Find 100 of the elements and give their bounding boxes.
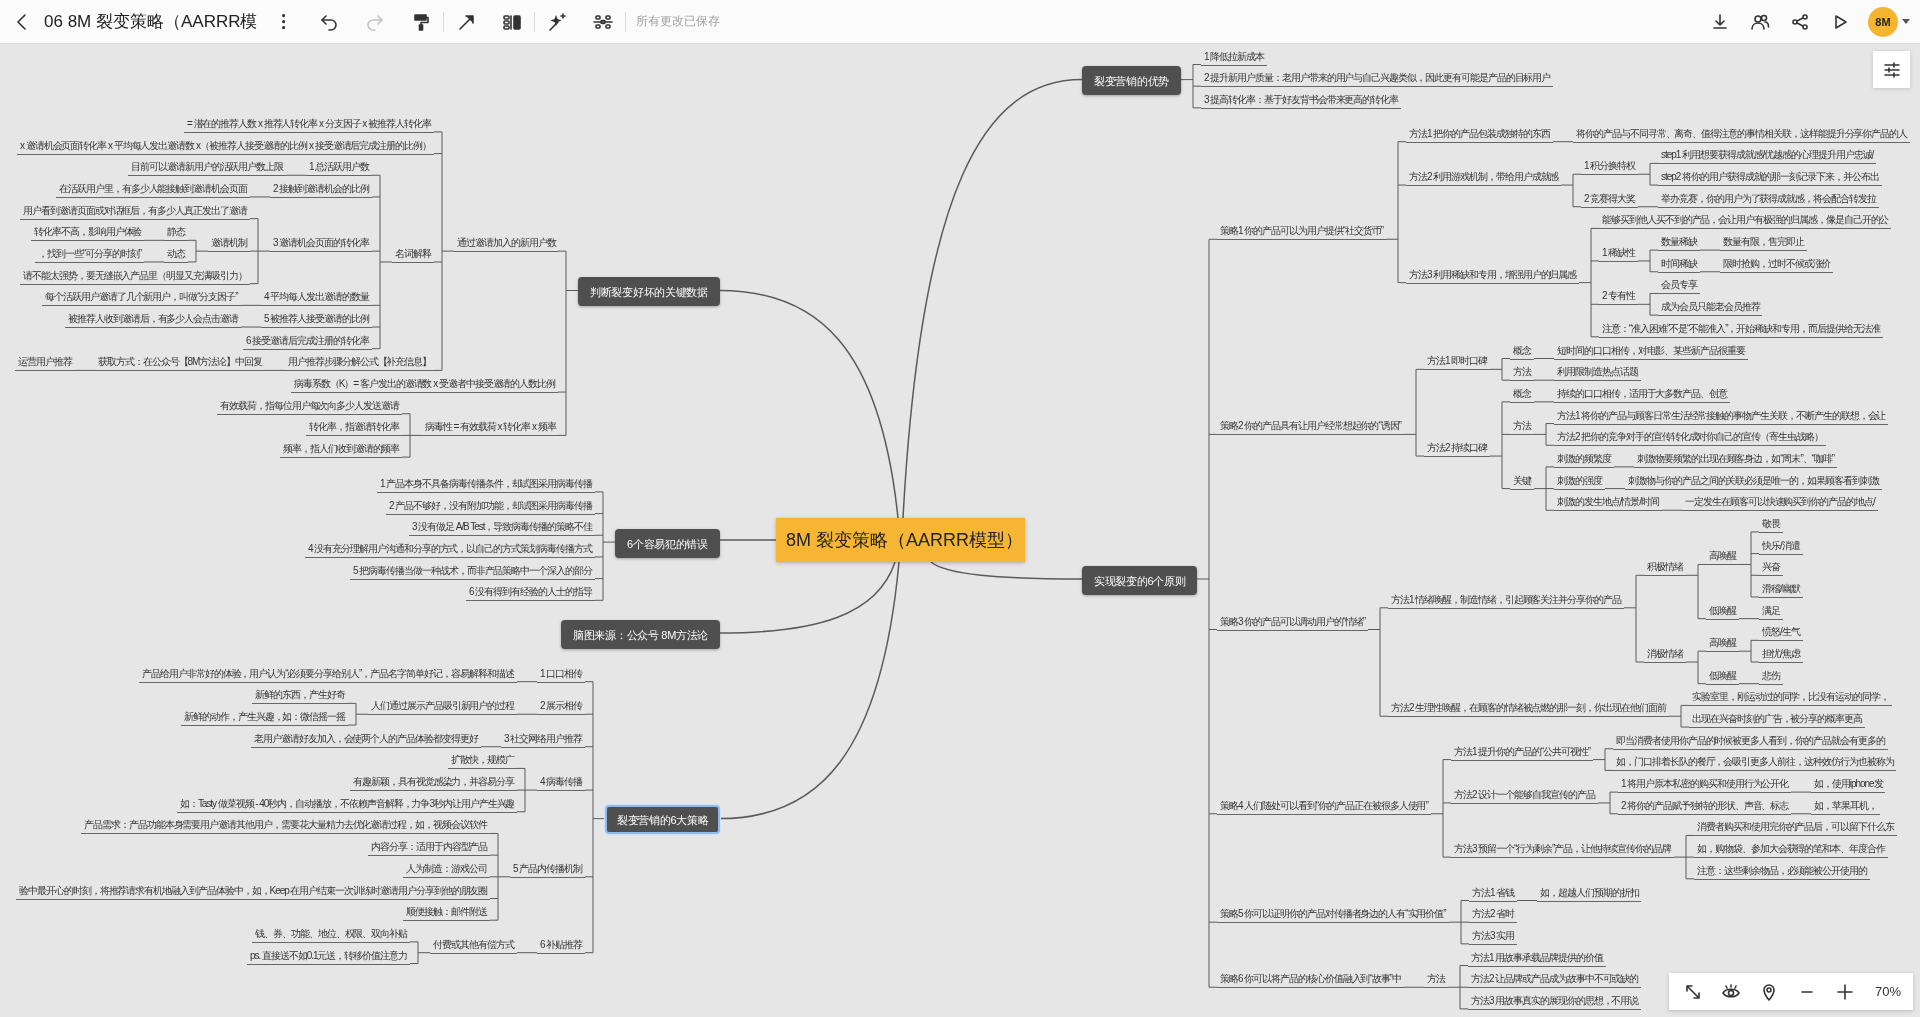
subtopic[interactable]: step1 利用想要获得成就感/优越感的心理提升用户忠诚/: [1658, 148, 1877, 165]
subtopic[interactable]: 悲伤: [1759, 668, 1783, 685]
subtopic[interactable]: 名词解释: [392, 246, 434, 263]
subtopic[interactable]: 方法1 提升你的产品的“公共可视性”: [1451, 744, 1594, 761]
subtopic[interactable]: 如：Tasty 做菜视频 - 40秒内，自动播放，不依赖声音解释，力争3秒内让用户产生兴趣: [177, 796, 518, 813]
subtopic[interactable]: 如，门口排着长队的餐厅，会吸引更多人前往，这种效仿行为也被称为: [1613, 755, 1897, 772]
subtopic[interactable]: 2 产品不够好，没有附加功能，却试图采用病毒传播: [386, 498, 596, 515]
subtopic[interactable]: 方法1 将你的产品与顾客日常生活经常接触的事物产生关联，不断产生的联想，会让: [1554, 408, 1889, 425]
subtopic[interactable]: 方法2 把你的竞争对手的宣传转化成对你自己的宣传（寄生虫战略）: [1554, 430, 1826, 447]
format-panel-button[interactable]: [1873, 51, 1910, 88]
subtopic[interactable]: 请不能太强势，要无缝嵌入产品里（明显又充满吸引力）: [20, 268, 250, 285]
subtopic[interactable]: 2 专有性: [1599, 289, 1639, 306]
subtopic[interactable]: 6 补贴推荐: [537, 937, 586, 954]
subtopic[interactable]: 有趣新颖，具有视觉感染力，并容易分享: [350, 775, 518, 792]
subtopic[interactable]: 产品给用户非常好的体验，用户认为“必须要分享给别人”，产品名字简单好记，容易解释和描述: [139, 666, 517, 683]
subtopic[interactable]: 3 社交网络用户推荐: [501, 731, 585, 748]
subtopic[interactable]: 数量有限，售完即止: [1720, 235, 1807, 252]
subtopic[interactable]: 2 展示相传: [537, 699, 586, 716]
subtopic[interactable]: 如，超越人们预期的折扣: [1537, 885, 1642, 902]
subtopic[interactable]: 顺便接触：邮件附送: [403, 905, 490, 922]
subtopic[interactable]: 方法1 即时口碑: [1424, 354, 1490, 371]
subtopic[interactable]: 高唤醒: [1706, 549, 1739, 566]
subtopic[interactable]: 目前可以邀请新用户的活跃用户数上限: [128, 160, 287, 177]
subtopic[interactable]: 高唤醒: [1706, 636, 1739, 653]
subtopic[interactable]: 将你的产品与不同寻常、离奇、值得注意的事情相关联，这样能提升分享你产品的人: [1573, 126, 1911, 143]
subtopic[interactable]: 会员专享: [1658, 278, 1700, 295]
main-topic[interactable]: 脑图来源：公众号 8M方法论: [561, 619, 721, 649]
subtopic[interactable]: 3 没有做足 A/B Test，导致病毒传播的策略不佳: [409, 520, 595, 537]
subtopic[interactable]: 1 产品本身不具备病毒传播条件，却试图采用病毒传播: [377, 476, 596, 493]
subtopic[interactable]: 如，苹果耳机，: [1811, 798, 1880, 815]
subtopic[interactable]: 方法2 生理性唤醒，在顾客的情绪被点燃的那一刻，你出现在他们面前: [1388, 701, 1669, 718]
subtopic[interactable]: 钱、券、功能、地位、权限、双向补贴: [252, 926, 411, 943]
subtopic[interactable]: 时间稀缺: [1658, 256, 1700, 273]
subtopic[interactable]: 1 口口相传: [537, 666, 586, 683]
subtopic[interactable]: 1 降低拉新成本: [1201, 49, 1267, 66]
subtopic[interactable]: 刺激物与你的产品之间的关联必须是唯一的，如果顾客看到刺激: [1625, 473, 1882, 490]
subtopic[interactable]: 获取方式：在公众号【8M方法论】中回复: [95, 355, 265, 372]
subtopic[interactable]: 在活跃用户里，有多少人能接触到邀请机会页面: [56, 181, 250, 198]
subtopic[interactable]: step2 将你的用户获得成就的那一刻记录下来，并公布出: [1658, 170, 1882, 187]
subtopic[interactable]: 1 积分换特权: [1581, 159, 1638, 176]
subtopic[interactable]: 老用户邀请好友加入，会使两个人的产品体验都变得更好: [251, 731, 481, 748]
subtopic[interactable]: 4 病毒传播: [537, 775, 586, 792]
subtopic[interactable]: 2 竞赛得大奖: [1581, 191, 1638, 208]
subtopic[interactable]: 方法: [1424, 972, 1448, 989]
subtopic[interactable]: ，找到一些“可分享的时刻”: [35, 246, 144, 263]
subtopic[interactable]: 每个活跃用户邀请了几个新用户，叫做“分支因子”: [42, 290, 241, 307]
subtopic[interactable]: 1 稀缺性: [1599, 245, 1639, 262]
subtopic[interactable]: 5 产品内传播机制: [510, 861, 585, 878]
subtopic[interactable]: 新鲜的动作，产生兴趣，如：微信摇一摇: [181, 710, 349, 727]
subtopic[interactable]: 一定发生在顾客可以快速购买到你的产品的地点/: [1682, 495, 1878, 512]
subtopic[interactable]: 持续的口口相传，适用于大多数产品、创意: [1554, 386, 1731, 403]
subtopic[interactable]: 刺激的强度: [1554, 473, 1605, 490]
subtopic[interactable]: 策略6 你可以将产品的核心价值融入到“故事”中: [1217, 972, 1404, 989]
subtopic[interactable]: 被推荐人收到邀请后，有多少人会点击邀请: [65, 312, 242, 328]
subtopic[interactable]: 1 总活跃用户数: [306, 160, 372, 177]
subtopic[interactable]: 转化率不高，影响用户体验: [31, 225, 145, 242]
subtopic[interactable]: 消费者购买和使用完你的产品后，可以留下什么东: [1694, 820, 1897, 837]
subtopic[interactable]: 转化率，指邀请转化率: [306, 420, 402, 437]
subtopic[interactable]: 快乐/消遣: [1759, 538, 1803, 555]
subtopic[interactable]: 短时间的口口相传，对电影、某些新产品很重要: [1554, 343, 1748, 360]
subtopic[interactable]: 动态: [164, 246, 188, 263]
subtopic[interactable]: 策略1 你的产品可以为用户提供“社交货币”: [1217, 224, 1386, 241]
subtopic[interactable]: 通过邀请加入的新用户数: [454, 236, 559, 253]
caret-icon[interactable]: [1902, 18, 1910, 25]
subtopic[interactable]: 愤怒/生气: [1759, 625, 1803, 642]
user-avatar[interactable]: 8M: [1868, 6, 1898, 37]
subtopic[interactable]: 病毒性 = 有效载荷 x 转化率 x 频率: [422, 420, 559, 437]
subtopic[interactable]: 出现在兴奋时刻的广告，被分享的概率更高: [1689, 712, 1866, 729]
subtopic[interactable]: 5 把病毒传播当做一种战术，而非产品策略中一个深入的部分: [350, 563, 595, 580]
subtopic[interactable]: 运营用户推荐: [15, 355, 75, 372]
subtopic[interactable]: 病毒系数（K）= 客户发出的邀请数 x 受邀者中接受邀请的人数比例: [291, 377, 559, 394]
subtopic[interactable]: 方法: [1510, 419, 1534, 436]
subtopic[interactable]: 概念: [1510, 386, 1534, 403]
subtopic[interactable]: 3 提高转化率：基于好友背书会带来更高的转化率: [1201, 92, 1402, 109]
subtopic[interactable]: 方法3 实用: [1469, 928, 1518, 945]
subtopic[interactable]: 注意：这些剩余物品，必须能被公开使用的: [1694, 863, 1871, 880]
subtopic[interactable]: 概念: [1510, 343, 1534, 360]
subtopic[interactable]: 内容分享：适用于内容型产品: [368, 840, 491, 857]
main-topic[interactable]: 6个容易犯的错误: [615, 528, 720, 558]
central-topic[interactable]: 8M 裂变策略（AARRR模型）: [776, 518, 1025, 562]
subtopic[interactable]: x 邀请机会页面转化率 x 平均每人发出邀请数 x（被推荐人接受邀请的比例 x 接受邀请后完成注册的比例）: [17, 138, 435, 155]
subtopic[interactable]: 人为制造：游戏公司: [403, 861, 490, 878]
subtopic[interactable]: 策略3 你的产品可以调动用户的“情绪”: [1217, 614, 1369, 631]
subtopic[interactable]: 4 没有充分理解用户沟通和分享的方式，以自己的方式策划病毒传播方式: [305, 541, 595, 558]
main-topic[interactable]: 裂变营销的优势: [1082, 66, 1181, 96]
subtopic[interactable]: 方法3 预留一个“行为剩余”产品，让他持续宣传你的品牌: [1451, 842, 1674, 859]
subtopic[interactable]: 方法2 设计一个能够自我宣传的产品: [1451, 787, 1598, 804]
subtopic[interactable]: 方法3 用故事真实的展现你的思想，不用说: [1468, 993, 1642, 1010]
subtopic[interactable]: 低唤醒: [1706, 668, 1739, 685]
subtopic[interactable]: 数量稀缺: [1658, 235, 1700, 252]
subtopic[interactable]: 3 邀请机会页面的转化率: [270, 236, 372, 253]
subtopic[interactable]: 限时抢购，过时不候或涨价: [1720, 256, 1834, 273]
subtopic[interactable]: 注意：“准入困难”不是“不能准入”，开始稀缺和专用，而后提供给无法准: [1599, 321, 1883, 338]
subtopic[interactable]: 产品需求：产品功能本身需要用户邀请其他用户，需要花大量精力去优化邀请过程，如，视频会议软件: [81, 818, 490, 835]
subtopic[interactable]: 验中最开心的时刻，将推荐请求有机地融入到产品体验中，如，Keep 在用户结束一次训练时邀请用户分享到他的朋友圈: [16, 883, 491, 900]
subtopic[interactable]: 关键: [1510, 473, 1534, 490]
subtopic[interactable]: 4 平均每人发出邀请的数量: [261, 290, 372, 307]
subtopic[interactable]: 静态: [164, 225, 188, 242]
subtopic[interactable]: 6 接受邀请后完成注册的转化率: [243, 333, 372, 350]
main-topic[interactable]: 实现裂变的6个原则: [1082, 565, 1198, 595]
